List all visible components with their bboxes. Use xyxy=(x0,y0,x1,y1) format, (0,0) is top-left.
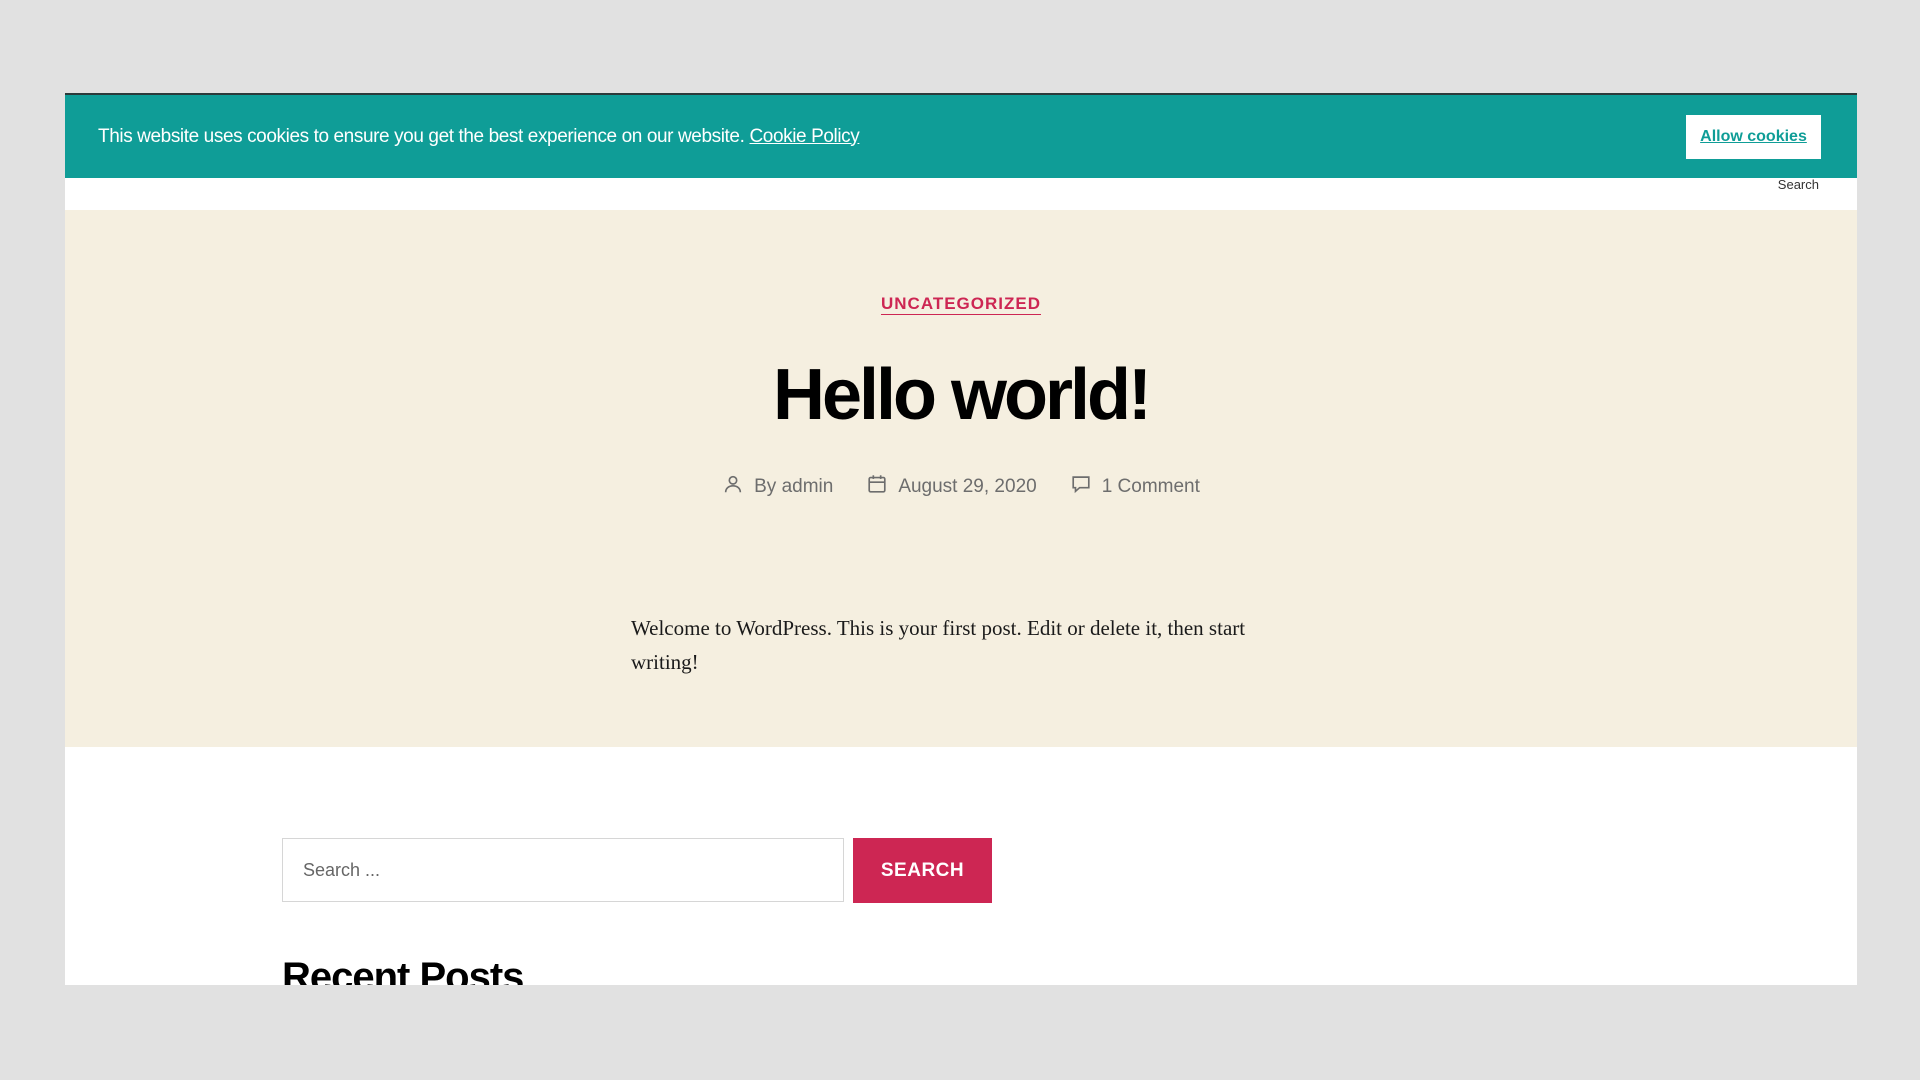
cookie-policy-link[interactable]: Cookie Policy xyxy=(749,126,859,147)
post-date: August 29, 2020 xyxy=(866,473,1037,501)
post-meta: By admin August 29, 2020 1 Comment xyxy=(65,473,1857,501)
site-header: Search xyxy=(65,177,1857,210)
post-header: UNCATEGORIZED Hello world! By admin Augu… xyxy=(65,210,1857,747)
cookie-banner: This website uses cookies to ensure you … xyxy=(65,95,1857,178)
search-button[interactable]: SEARCH xyxy=(853,838,992,903)
browser-viewport: This website uses cookies to ensure you … xyxy=(65,93,1857,985)
post-author: By admin xyxy=(722,473,833,501)
header-search-toggle[interactable]: Search xyxy=(1778,177,1819,192)
search-widget: SEARCH xyxy=(282,838,992,903)
comments-link[interactable]: 1 Comment xyxy=(1102,476,1200,498)
cookie-message: This website uses cookies to ensure you … xyxy=(98,125,860,148)
search-input[interactable] xyxy=(282,838,844,902)
author-prefix: By xyxy=(754,476,777,497)
calendar-icon xyxy=(866,473,888,501)
author-link[interactable]: admin xyxy=(782,476,834,497)
recent-posts-heading: Recent Posts xyxy=(282,955,524,985)
allow-cookies-button[interactable]: Allow cookies xyxy=(1686,114,1821,159)
post-title: Hello world! xyxy=(773,355,1152,435)
post-excerpt: Welcome to WordPress. This is your first… xyxy=(631,616,1246,674)
user-icon xyxy=(722,473,744,501)
post-comments: 1 Comment xyxy=(1070,473,1200,501)
date-link[interactable]: August 29, 2020 xyxy=(898,476,1036,498)
post-category: UNCATEGORIZED xyxy=(65,294,1857,314)
category-link[interactable]: UNCATEGORIZED xyxy=(881,294,1041,313)
comment-icon xyxy=(1070,473,1092,501)
cookie-message-text: This website uses cookies to ensure you … xyxy=(98,125,745,147)
